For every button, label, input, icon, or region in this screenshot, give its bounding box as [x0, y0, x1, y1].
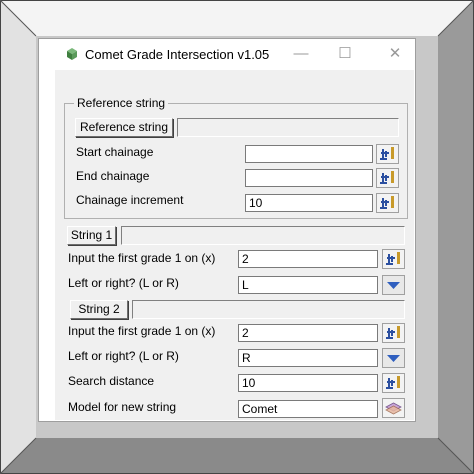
- minimize-icon: —: [293, 45, 309, 62]
- close-icon: ✕: [388, 45, 402, 62]
- model-input[interactable]: Comet: [238, 400, 378, 418]
- window-title: Comet Grade Intersection v1.05: [85, 47, 270, 62]
- string-1-grade-input[interactable]: 2: [238, 250, 378, 268]
- string-1-button[interactable]: String 1: [67, 226, 116, 245]
- search-distance-input[interactable]: 10: [238, 374, 378, 392]
- model-pick-button[interactable]: [382, 398, 405, 418]
- chainage-increment-input[interactable]: 10: [245, 194, 373, 212]
- search-distance-label: Search distance: [68, 374, 155, 388]
- string-1-grade-label: Input the first grade 1 on (x): [68, 251, 216, 265]
- chainage-increment-label: Chainage increment: [76, 193, 184, 207]
- string-1-side-label: Left or right? (L or R): [68, 276, 179, 290]
- title-bar[interactable]: Comet Grade Intersection v1.05 — ☐ ✕: [39, 39, 415, 71]
- minimize-button[interactable]: —: [286, 42, 316, 66]
- start-chainage-input[interactable]: [245, 145, 373, 163]
- pick-icon: [380, 147, 394, 160]
- reference-string-display: [177, 118, 399, 137]
- pick-icon: [386, 376, 400, 389]
- string-2-display: [132, 300, 405, 319]
- start-chainage-pick-button[interactable]: [376, 144, 399, 164]
- string-1-grade-pick-button[interactable]: [382, 249, 405, 269]
- chevron-down-icon: [387, 355, 400, 362]
- maximize-icon: ☐: [338, 45, 352, 62]
- start-chainage-label: Start chainage: [76, 145, 154, 159]
- pick-icon: [380, 196, 394, 209]
- pick-icon: [380, 171, 394, 184]
- search-distance-pick-button[interactable]: [382, 373, 405, 393]
- string-2-grade-pick-button[interactable]: [382, 323, 405, 343]
- app-icon: [67, 48, 77, 60]
- reference-string-button[interactable]: Reference string: [75, 118, 173, 137]
- model-label: Model for new string: [68, 400, 177, 414]
- chevron-down-icon: [387, 282, 400, 289]
- string-2-side-dropdown-button[interactable]: [382, 348, 405, 368]
- maximize-button[interactable]: ☐: [330, 42, 360, 66]
- string-2-grade-input[interactable]: 2: [238, 324, 378, 342]
- string-2-button[interactable]: String 2: [70, 300, 128, 319]
- end-chainage-input[interactable]: [245, 169, 373, 187]
- string-1-side-combo[interactable]: L: [238, 276, 378, 294]
- end-chainage-label: End chainage: [76, 169, 150, 183]
- string-1-display: [121, 226, 405, 245]
- close-button[interactable]: ✕: [380, 42, 410, 66]
- end-chainage-pick-button[interactable]: [376, 168, 399, 188]
- reference-group-label: Reference string: [74, 96, 169, 110]
- pick-icon: [386, 252, 400, 265]
- layers-icon: [385, 402, 402, 415]
- string-1-side-dropdown-button[interactable]: [382, 275, 405, 295]
- string-2-side-label: Left or right? (L or R): [68, 349, 179, 363]
- pick-icon: [386, 326, 400, 339]
- chainage-increment-pick-button[interactable]: [376, 193, 399, 213]
- string-2-side-combo[interactable]: R: [238, 349, 378, 367]
- string-2-grade-label: Input the first grade 1 on (x): [68, 324, 216, 338]
